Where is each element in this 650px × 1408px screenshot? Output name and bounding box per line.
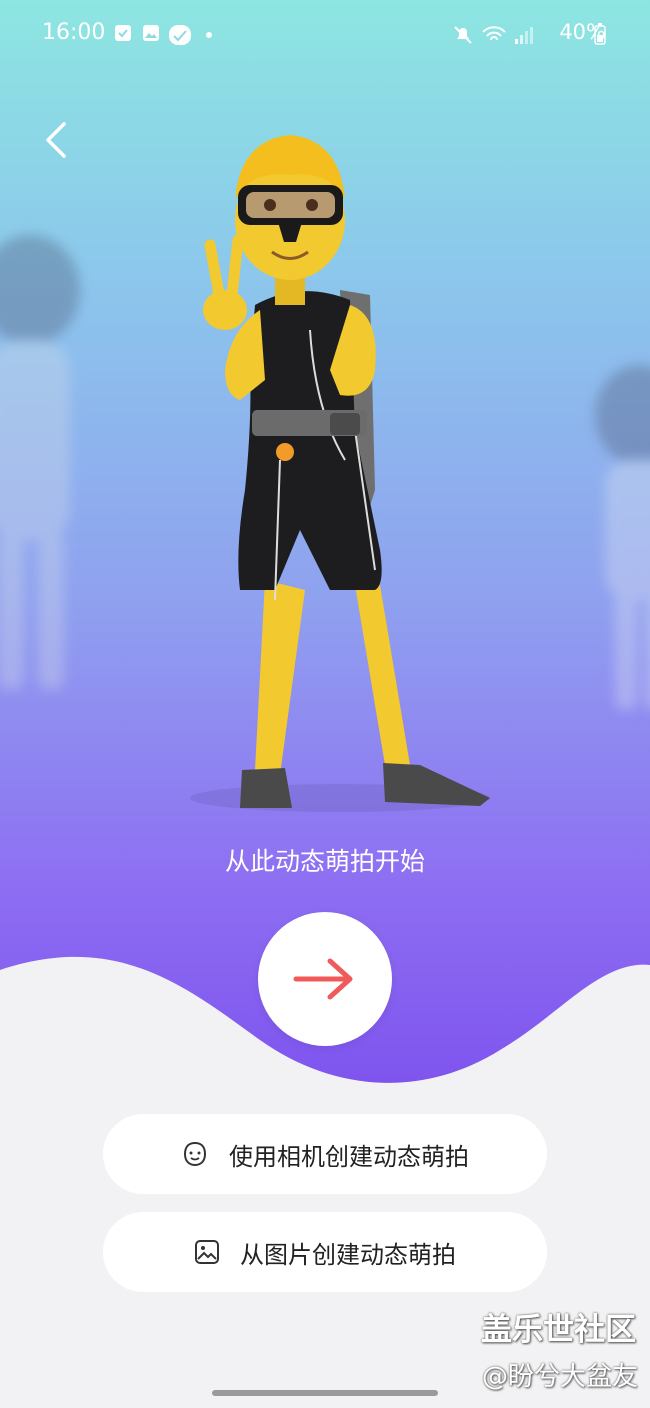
face-icon [183,1141,207,1167]
gallery-notification-icon [143,25,159,41]
check-notification-icon [115,25,131,41]
status-bar: 16:00 40% [0,18,650,52]
intro-caption: 从此动态萌拍开始 [224,847,425,876]
watermark-author: @盼兮大盆友 [481,1362,638,1392]
signal-icon [515,27,533,44]
create-from-image-button[interactable]: 从图片创建动态萌拍 [103,1212,547,1292]
create-from-image-label: 从图片创建动态萌拍 [240,1240,456,1269]
arrow-right-icon [293,958,353,1000]
mute-icon [454,26,472,44]
create-with-camera-label: 使用相机创建动态萌拍 [229,1142,469,1171]
create-with-camera-button[interactable]: 使用相机创建动态萌拍 [103,1114,547,1194]
background-avatar-left [0,235,80,690]
home-indicator[interactable] [212,1390,438,1396]
image-icon [195,1240,219,1264]
watermark-community: 盖乐世社区 [481,1312,636,1348]
app-notification-icon [169,25,191,45]
clock: 16:00 [42,20,106,45]
battery-icon [594,23,606,45]
avatar-character [190,135,490,812]
wifi-icon [482,26,506,41]
background-avatar-right [595,365,650,710]
next-button[interactable] [258,912,392,1046]
dot-icon [206,32,212,38]
back-icon[interactable] [40,120,74,160]
